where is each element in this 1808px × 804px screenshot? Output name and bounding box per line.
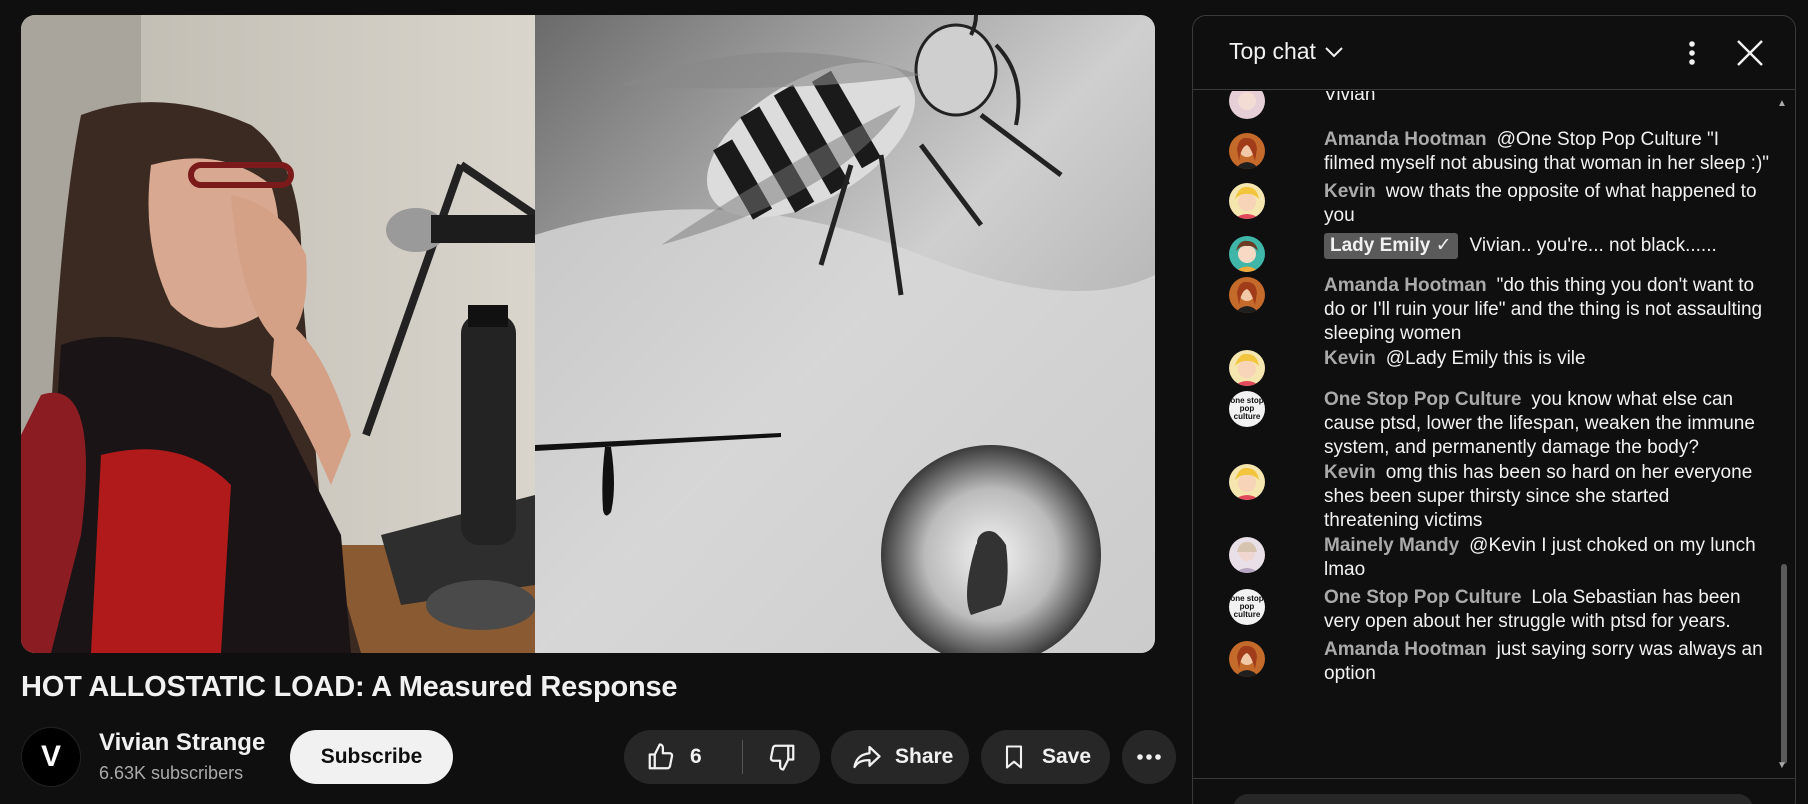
channel-logo-text: one stop pop culture xyxy=(1230,594,1264,619)
channel-logo-text: one stop pop culture xyxy=(1230,396,1264,421)
thumbs-down-icon xyxy=(769,744,794,771)
chat-close-button[interactable] xyxy=(1733,36,1767,70)
chat-message-body: Lady Emily ✓ Vivian.. you're... not black… xyxy=(1324,233,1769,259)
chat-message-body: Amanda Hootman "do this thing you don't w… xyxy=(1324,274,1769,346)
chat-message-body: One Stop Pop Culture you know what else c… xyxy=(1324,388,1769,460)
share-label: Share xyxy=(895,745,954,768)
channel-row: V Vivian Strange 6.63K subscribers Subsc… xyxy=(21,725,1176,789)
chat-avatar[interactable] xyxy=(1229,350,1265,386)
chat-scrollbar[interactable] xyxy=(1781,564,1787,764)
chat-avatar[interactable] xyxy=(1229,91,1265,119)
chat-message-body: Kevin wow thats the opposite of what happ… xyxy=(1324,180,1769,228)
chat-message-body: Amanda Hootman just saying sorry was alwa… xyxy=(1324,638,1769,686)
share-icon xyxy=(853,745,881,769)
chat-author[interactable]: Amanda Hootman xyxy=(1324,129,1487,150)
bookmark-icon xyxy=(1005,745,1023,769)
more-vertical-icon xyxy=(1689,41,1695,65)
scroll-up-arrow[interactable]: ▲ xyxy=(1777,98,1787,109)
chat-avatar[interactable] xyxy=(1229,236,1265,272)
chat-message-body: Kevin omg this has been so hard on her ev… xyxy=(1324,461,1769,533)
video-frame xyxy=(21,15,1155,653)
chat-text: wow thats the opposite of what happened … xyxy=(1324,181,1757,226)
scroll-down-arrow[interactable]: ▼ xyxy=(1777,760,1787,771)
chat-author[interactable]: Kevin xyxy=(1324,348,1376,369)
chat-author[interactable]: Amanda Hootman xyxy=(1324,275,1487,296)
chat-menu-button[interactable] xyxy=(1679,38,1705,68)
save-label: Save xyxy=(1042,745,1092,768)
chat-message-body: Vivian xyxy=(1324,91,1769,107)
chat-avatar[interactable]: one stop pop culture xyxy=(1229,589,1265,625)
chat-author[interactable]: Amanda Hootman xyxy=(1324,639,1487,660)
page: HOT ALLOSTATIC LOAD: A Measured Response… xyxy=(0,0,1808,804)
chat-text: Vivian xyxy=(1324,91,1376,105)
chat-author[interactable]: One Stop Pop Culture xyxy=(1324,587,1521,608)
chat-author[interactable]: Mainely Mandy xyxy=(1324,535,1459,556)
chat-message-body: Amanda Hootman @One Stop Pop Culture "I f… xyxy=(1324,128,1769,176)
thumbs-up-icon xyxy=(648,743,674,770)
subscribe-button[interactable]: Subscribe xyxy=(290,730,453,784)
chat-text: omg this has been so hard on her everyon… xyxy=(1324,462,1753,531)
chat-header: Top chat xyxy=(1193,16,1795,90)
chat-footer-divider xyxy=(1193,778,1795,779)
chat-avatar[interactable]: one stop pop culture xyxy=(1229,391,1265,427)
chat-avatar[interactable] xyxy=(1229,183,1265,219)
like-count: 6 xyxy=(690,745,702,768)
more-actions-button[interactable] xyxy=(1122,730,1176,784)
video-player[interactable] xyxy=(21,15,1155,653)
channel-avatar[interactable]: V xyxy=(21,727,81,787)
share-button[interactable]: Share xyxy=(831,730,969,784)
chevron-down-icon xyxy=(1325,46,1343,57)
chat-author[interactable]: Lady Emily ✓ xyxy=(1324,233,1458,259)
chat-avatar[interactable] xyxy=(1229,537,1265,573)
chat-avatar[interactable] xyxy=(1229,641,1265,677)
chat-message-body: One Stop Pop Culture Lola Sebastian has b… xyxy=(1324,586,1769,634)
like-button[interactable]: 6 xyxy=(624,730,742,784)
chat-message-body: Kevin @Lady Emily this is vile xyxy=(1324,347,1769,371)
live-chat-panel: Top chat Vivian Amanda Hootman @One Stop P… xyxy=(1192,15,1796,804)
chat-avatar[interactable] xyxy=(1229,133,1265,169)
chat-title: Top chat xyxy=(1229,38,1316,64)
channel-name[interactable]: Vivian Strange xyxy=(99,729,265,757)
chat-input[interactable] xyxy=(1233,794,1753,804)
chat-text: Vivian.. you're... not black...... xyxy=(1469,235,1717,256)
like-dislike-group: 6 xyxy=(624,730,820,784)
chat-mode-dropdown[interactable]: Top chat xyxy=(1229,38,1344,65)
chat-avatar[interactable] xyxy=(1229,277,1265,313)
video-title: HOT ALLOSTATIC LOAD: A Measured Response xyxy=(21,671,678,703)
subscriber-count: 6.63K subscribers xyxy=(99,763,244,783)
chat-messages: Vivian Amanda Hootman @One Stop Pop Cultur… xyxy=(1193,91,1795,789)
more-horizontal-icon xyxy=(1137,754,1161,760)
chat-text: @Lady Emily this is vile xyxy=(1385,348,1586,369)
chat-author[interactable]: Kevin xyxy=(1324,462,1376,483)
save-button[interactable]: Save xyxy=(981,730,1110,784)
chat-author[interactable]: Kevin xyxy=(1324,181,1376,202)
chat-avatar[interactable] xyxy=(1229,464,1265,500)
close-icon xyxy=(1737,40,1763,66)
chat-message-body: Mainely Mandy @Kevin I just choked on my … xyxy=(1324,534,1769,582)
dislike-button[interactable] xyxy=(743,730,820,784)
chat-author[interactable]: One Stop Pop Culture xyxy=(1324,389,1521,410)
